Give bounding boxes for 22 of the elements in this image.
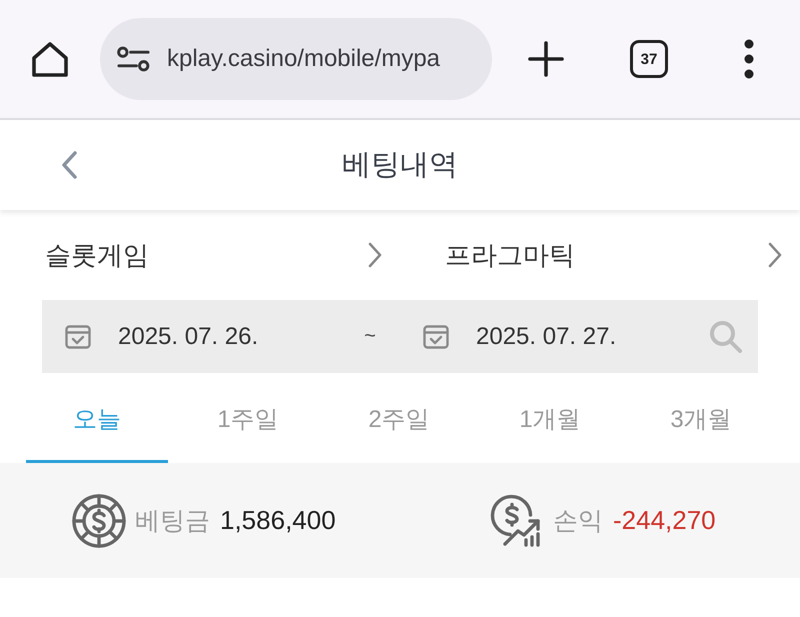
end-date-field[interactable]: 2025. 07. 27. bbox=[423, 322, 616, 350]
summary-amount: -244,270 bbox=[613, 505, 716, 536]
poker-chip-icon bbox=[72, 494, 126, 548]
range-separator: ~ bbox=[363, 325, 377, 348]
summary-label: 손익 bbox=[553, 506, 603, 537]
summary-amount: 1,586,400 bbox=[220, 505, 336, 536]
home-icon[interactable] bbox=[30, 40, 70, 78]
category-selector[interactable]: 프라그마틱 bbox=[445, 238, 782, 272]
back-icon[interactable] bbox=[60, 150, 78, 180]
site-settings-icon[interactable] bbox=[117, 46, 150, 72]
plus-icon[interactable] bbox=[528, 41, 564, 77]
calendar-icon bbox=[65, 324, 91, 350]
chevron-icon bbox=[368, 242, 382, 268]
menu-icon[interactable] bbox=[743, 39, 755, 79]
calendar-icon bbox=[423, 324, 449, 350]
chevron-icon bbox=[768, 242, 782, 268]
summary-label: 베팅금 bbox=[135, 506, 210, 537]
start-date-field[interactable]: 2025. 07. 26. bbox=[65, 322, 355, 350]
page-title: 베팅내역 bbox=[342, 148, 458, 183]
category-selector[interactable]: 슬롯게임 bbox=[45, 238, 382, 272]
address-bar[interactable]: kplay.casino/mobile/mypa bbox=[100, 18, 492, 100]
tab-count-button[interactable]: 37 bbox=[630, 40, 668, 78]
